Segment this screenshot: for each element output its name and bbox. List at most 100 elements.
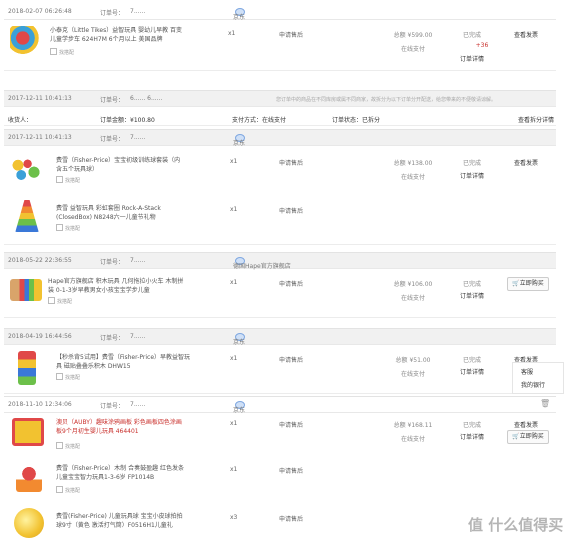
shop-name[interactable]: 京东 [233, 8, 245, 21]
order-row: 【秒杀背5试用】费雪（Fisher-Price）早教益智玩具 磁贴叠叠乐积木 D… [4, 345, 556, 394]
order-number-label: 订单号： [100, 335, 125, 342]
product-name[interactable]: 澳贝（AUBY）趣味涂鸦画板 彩色画板四色涂画板9个月初生婴儿玩具 464401 [56, 418, 186, 436]
product-thumbnail[interactable] [15, 200, 39, 232]
order-status: 已完成 [462, 32, 481, 39]
quantity: x1 [230, 355, 238, 362]
order-number-label: 订单号： [100, 10, 125, 17]
view-invoice-link[interactable]: 查看发票 [504, 158, 548, 167]
product-name[interactable]: 【秒杀背5试用】费雪（Fisher-Price）早教益智玩具 磁贴叠叠乐积木 D… [56, 353, 194, 371]
product-thumbnail[interactable] [10, 279, 42, 301]
payment-method: 在线支付 [400, 436, 425, 443]
after-sale-link[interactable]: 申请售后 [279, 355, 303, 364]
order-total: 总额 ¥51.00 [395, 357, 431, 364]
find-match-link[interactable]: 找搭配 [48, 297, 72, 305]
cart-icon [56, 373, 63, 380]
cart-icon [56, 442, 63, 449]
order-header: 2018-04-19 16:44:56 订单号： 7...... 京东 [4, 328, 556, 346]
quantity: x1 [228, 30, 236, 37]
product-thumbnail[interactable] [12, 418, 44, 446]
payment-method: 在线支付 [400, 46, 425, 53]
order-detail-link[interactable]: 订单详情 [452, 171, 492, 180]
shop-name[interactable]: 京东 [233, 401, 245, 414]
order-number-label: 订单号： [100, 136, 125, 143]
quantity: x1 [230, 420, 238, 427]
watermark: 值 什么值得买 [468, 516, 564, 534]
order-number: 7...... [130, 257, 146, 264]
product-name[interactable]: 费雪（Fisher-Price）宝宝初级训练球套装（内含五个玩具球） [56, 156, 186, 174]
after-sale-link[interactable]: 申请售后 [279, 514, 303, 523]
order-total: 总额 ¥168.11 [393, 422, 433, 429]
product-thumbnail[interactable] [16, 464, 42, 492]
order-state: 订单状态：已拆分 [332, 117, 381, 124]
product-thumbnail[interactable] [14, 508, 44, 538]
order-number: 7...... [130, 134, 146, 141]
cart-icon [48, 297, 55, 304]
quantity: x1 [230, 279, 238, 286]
after-sale-link[interactable]: 申请售后 [279, 466, 303, 475]
product-name[interactable]: Hape官方旗舰店 积木玩具 几何拖拉小火车 木制拼装 0-1-3岁早教男女小孩… [48, 277, 186, 295]
order-row: Hape官方旗舰店 积木玩具 几何拖拉小火车 木制拼装 0-1-3岁早教男女小孩… [4, 269, 556, 318]
cart-icon [56, 176, 63, 183]
order-date: 2018-11-10 12:34:06 [8, 401, 72, 408]
after-sale-link[interactable]: 申请售后 [279, 420, 303, 429]
order-total: 总额 ¥106.00 [393, 281, 433, 288]
cart-icon: 🛒 [512, 280, 520, 287]
find-match-link[interactable]: 找搭配 [56, 224, 80, 232]
my-bank-link[interactable]: 我的银行 [521, 380, 545, 389]
find-match-link[interactable]: 找搭配 [50, 48, 74, 56]
customer-service-link[interactable]: 客服 [521, 367, 533, 376]
find-match-link[interactable]: 找搭配 [56, 373, 80, 381]
order-detail-link[interactable]: 订单详情 [452, 367, 492, 376]
receiver-label: 收货人： [8, 117, 33, 124]
product-name[interactable]: 费雪 益智玩具 彩虹套圈 Rock-A-Stack (ClosedBox) N8… [56, 204, 186, 222]
order-detail-link[interactable]: 订单详情 [452, 291, 492, 300]
view-invoice-link[interactable]: 查看发票 [504, 30, 548, 39]
buy-again-button[interactable]: 🛒立即购买 [507, 430, 549, 444]
find-match-link[interactable]: 找搭配 [56, 486, 80, 494]
order-amount: 订单金额：¥100.80 [100, 117, 155, 124]
order-detail-link[interactable]: 订单详情 [452, 54, 492, 63]
after-sale-link[interactable]: 申请售后 [279, 30, 303, 39]
payment-method: 在线支付 [400, 371, 425, 378]
product-thumbnail[interactable] [18, 351, 36, 385]
shop-name[interactable]: 京东 [233, 333, 245, 346]
shop-name[interactable]: 德国Hape官方旗舰店 [233, 257, 291, 270]
product-thumbnail[interactable] [10, 26, 42, 56]
cart-icon: 🛒 [512, 433, 520, 440]
order-header: 2018-02-07 06:26:48 订单号： 7...... 京东 [4, 4, 556, 21]
order-header: 2017-12-11 10:41:13 订单号： 7...... 京东 [4, 129, 556, 147]
after-sale-link[interactable]: 申请售后 [279, 279, 303, 288]
payment-method: 在线支付 [400, 174, 425, 181]
product-name[interactable]: 费雪（Fisher-Price）木制 合奏鼓盈趣 红色发条儿童宝宝智力玩具1-3… [56, 464, 186, 482]
split-summary: 收货人： 订单金额：¥100.80 支付方式：在线支付 订单状态：已拆分 查看拆… [4, 111, 556, 126]
product-thumbnail[interactable] [10, 154, 42, 182]
order-header: 2018-11-10 12:34:06 订单号： 7...... 京东 🗑 [4, 396, 556, 414]
view-invoice-link[interactable]: 查看发票 [504, 420, 548, 429]
find-match-link[interactable]: 找搭配 [56, 442, 80, 450]
split-notice: 您订单中的商品在不同库房或属不同商家，故拆分为以下订单分开配送，给您带来的不便敬… [276, 97, 497, 103]
quantity: x3 [230, 514, 238, 521]
order-number-label: 订单号： [100, 97, 125, 104]
split-detail-link[interactable]: 查看拆分详情 [518, 115, 554, 124]
order-header: 2017-12-11 10:41:13 订单号： 6...... 6......… [4, 90, 556, 107]
order-number-label: 订单号： [100, 403, 125, 410]
order-header: 2018-05-22 22:36:55 订单号： 7...... 德国Hape官… [4, 252, 556, 270]
product-name[interactable]: 小泰克（Little Tikes）益智玩具 婴幼儿早教 百变儿童学步车 624H… [50, 26, 186, 44]
find-match-link[interactable]: 找搭配 [56, 176, 80, 184]
quantity: x1 [230, 206, 238, 213]
after-sale-link[interactable]: 申请售后 [279, 158, 303, 167]
points-badge: +36 [475, 42, 489, 49]
after-sale-link[interactable]: 申请售后 [279, 206, 303, 215]
shop-name[interactable]: 京东 [233, 134, 245, 147]
order-date: 2018-04-19 16:44:56 [8, 333, 72, 340]
trash-icon[interactable]: 🗑 [540, 399, 550, 408]
floating-side-panel: 客服 我的银行 [512, 362, 564, 394]
cart-icon [56, 224, 63, 231]
order-date: 2017-12-11 10:41:13 [8, 134, 72, 141]
buy-again-button[interactable]: 🛒立即购买 [507, 277, 549, 291]
product-name[interactable]: 费雪(Fisher-Price) 儿童玩具球 宝宝小皮球拍拍球9寸（黄色 激活打… [56, 512, 186, 530]
order-number: 7...... [130, 401, 146, 408]
order-detail-link[interactable]: 订单详情 [452, 432, 492, 441]
cart-icon [56, 486, 63, 493]
order-number-label: 订单号： [100, 259, 125, 266]
